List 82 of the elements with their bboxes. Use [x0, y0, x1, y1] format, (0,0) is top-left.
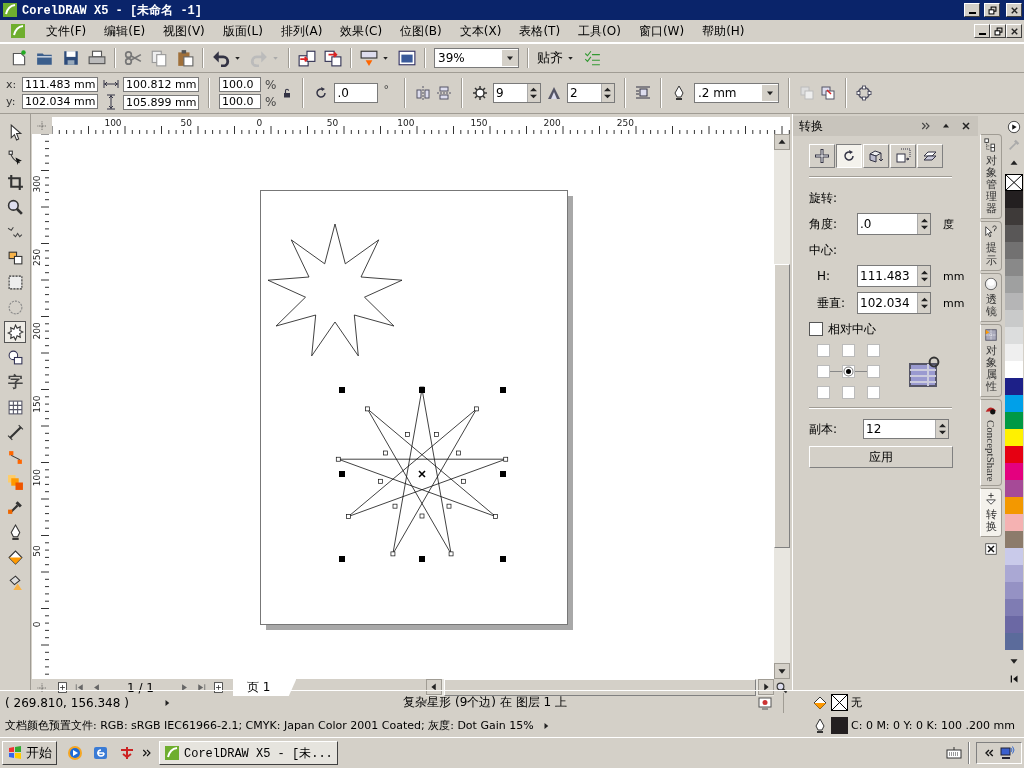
ruler-label: 250	[616, 118, 634, 128]
outline-width-dropdown[interactable]: .2 mm	[693, 83, 779, 103]
menu-item[interactable]: 排列(A)	[272, 22, 333, 40]
docker-tab-label: 对象属性	[985, 344, 997, 394]
center-heading: 中心:	[809, 241, 839, 259]
h-label: H:	[816, 269, 832, 283]
docker-title: 转换	[799, 117, 823, 135]
rotation-angle-field[interactable]: .0	[334, 83, 379, 103]
menu-item[interactable]: 工具(O)	[570, 22, 631, 40]
page-tab[interactable]: 页 1	[232, 679, 297, 696]
star-points-field[interactable]: 9	[492, 83, 541, 103]
sharpness-field[interactable]: 2	[566, 83, 615, 103]
mm-unit: mm	[943, 296, 965, 310]
degree-sign: °	[383, 82, 389, 96]
docker-tab[interactable]: ConceptShare	[980, 399, 1002, 486]
ruler-label: 200	[543, 118, 561, 128]
percent-unit: %	[265, 94, 277, 109]
ruler-label: 50	[326, 118, 339, 128]
menu-item[interactable]: 文本(X)	[451, 22, 512, 40]
ruler-label: 0	[256, 118, 263, 128]
docker-tab-label: ConceptShare	[985, 420, 997, 482]
fill-value: 无	[851, 695, 862, 710]
angle-label: 角度:	[809, 215, 839, 233]
width-field[interactable]: 100.812 mm	[123, 76, 199, 92]
apply-button[interactable]: 应用	[809, 446, 953, 468]
menu-item[interactable]: 帮助(H)	[694, 22, 755, 40]
menu-item[interactable]: 效果(C)	[332, 22, 393, 40]
docker-tab-label: 对象管理器	[985, 155, 997, 216]
y-position-field[interactable]: 102.034 mm	[22, 94, 98, 109]
x-label: x:	[6, 78, 18, 91]
selection-info: 复杂星形 (9个边) 在 图层 1 上	[402, 694, 568, 711]
ruler-label: 300	[32, 175, 42, 193]
menu-item[interactable]: 文件(F)	[38, 22, 97, 40]
y-label: y:	[6, 95, 17, 108]
docker-tab[interactable]: 对象属性	[980, 323, 1002, 398]
tool-button[interactable]: 字	[4, 371, 26, 393]
window-title: CorelDRAW X5 - [未命名 -1]	[22, 2, 203, 19]
menu-item[interactable]: 视图(V)	[155, 22, 215, 40]
cursor-coordinates: ( 269.810, 156.348 )	[5, 695, 130, 710]
snap-to-menu[interactable]: 贴齐	[537, 49, 563, 67]
percent-unit: %	[265, 77, 277, 92]
relative-center-label: 相对中心	[828, 320, 876, 338]
x-position-field[interactable]: 111.483 mm	[22, 77, 98, 92]
menu-item[interactable]: 窗口(W)	[630, 22, 695, 40]
color-profile-info: 文档颜色预置文件: RGB: sRGB IEC61966-2.1; CMYK: Japan Color 2001 Coated; 灰度: Dot Gain 15%	[5, 718, 534, 733]
start-button[interactable]: 开始	[2, 741, 57, 765]
scale-y-field[interactable]: 100.0	[219, 94, 261, 109]
menu-item[interactable]: 版面(L)	[214, 22, 273, 40]
copies-label: 副本:	[809, 420, 839, 438]
ruler-label: 100	[397, 118, 415, 128]
docker-tab-label: 透镜	[985, 293, 997, 318]
copies-field[interactable]: 12	[863, 419, 949, 439]
menu-item[interactable]: 编辑(E)	[96, 22, 156, 40]
ruler-label: 200	[32, 322, 42, 340]
center-v-field[interactable]: 102.034	[857, 292, 931, 314]
ruler-label: 250	[32, 248, 42, 266]
zoom-level-dropdown[interactable]: 39%	[434, 48, 519, 68]
docker-tab[interactable]: 透镜	[980, 272, 1002, 322]
ruler-label: 150	[32, 395, 42, 413]
docker-tab[interactable]: 转换	[980, 487, 1002, 538]
docker-tab[interactable]: 对象管理器	[980, 134, 1002, 220]
ruler-label: 100	[32, 469, 42, 487]
angle-field[interactable]: .0	[857, 213, 931, 235]
ruler-label: 100	[104, 118, 122, 128]
docker-tab-label: 转换	[985, 508, 997, 534]
menu-item[interactable]: 位图(B)	[392, 22, 452, 40]
ruler-label: 50	[180, 118, 192, 128]
section-heading: 旋转:	[809, 189, 839, 207]
degree-unit: 度	[943, 216, 954, 232]
center-h-field[interactable]: 111.483	[857, 265, 931, 287]
outline-value: C: 0 M: 0 Y: 0 K: 100 .200 mm	[851, 719, 1015, 732]
docker-tab-label: 提示	[985, 242, 997, 267]
menu-item[interactable]: 表格(T)	[511, 22, 571, 40]
mm-unit: mm	[943, 269, 965, 283]
vertical-label: 垂直:	[816, 294, 847, 312]
taskbar-window-button[interactable]: CorelDRAW X5 - [未...	[159, 741, 338, 765]
docker-tab[interactable]: 提示	[980, 221, 1002, 271]
ruler-label: 50	[32, 545, 42, 557]
scale-x-field[interactable]: 100.0	[219, 77, 261, 92]
ruler-label: 0	[32, 621, 42, 628]
ruler-label: 150	[470, 118, 488, 128]
height-field[interactable]: 105.899 mm	[123, 94, 199, 110]
